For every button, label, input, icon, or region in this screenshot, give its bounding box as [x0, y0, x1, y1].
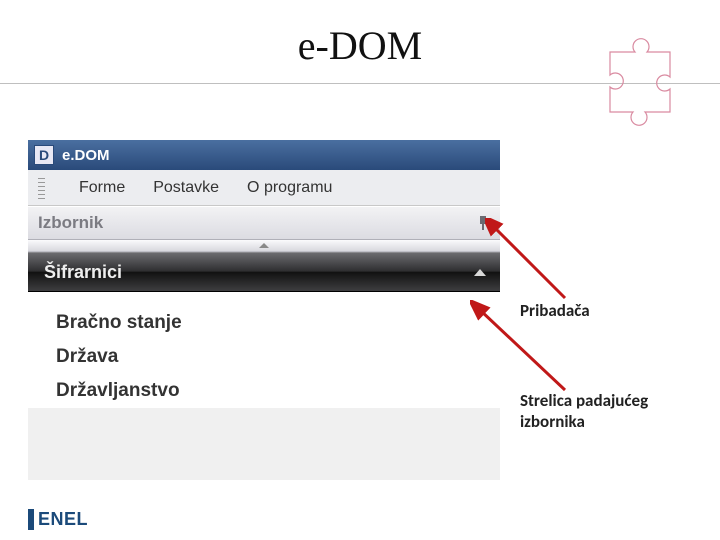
callout-pin: Pribadača: [520, 300, 590, 321]
nav-item-bracno-stanje[interactable]: Bračno stanje: [56, 306, 500, 340]
menubar: Forme Postavke O programu: [28, 170, 500, 206]
category-header[interactable]: Šifrarnici: [28, 252, 500, 292]
nav-item-drzavljanstvo[interactable]: Državljanstvo: [56, 374, 500, 408]
titlebar: D e.DOM: [28, 140, 500, 170]
pin-icon[interactable]: [476, 216, 490, 230]
chevron-up-icon: [259, 243, 269, 248]
collapse-strip[interactable]: [28, 240, 500, 252]
callout-dropdown: Strelica padajućeg izbornika: [520, 390, 700, 432]
toolbar-grip-icon: [38, 177, 45, 199]
menu-o-programu[interactable]: O programu: [247, 179, 332, 197]
panel-title: Izbornik: [38, 213, 103, 233]
footer-logo: ENEL: [28, 509, 88, 530]
divider: [0, 83, 720, 84]
nav-item-drzava[interactable]: Država: [56, 340, 500, 374]
app-icon: D: [34, 145, 54, 165]
slide-title: e-DOM: [0, 0, 720, 83]
menu-forme[interactable]: Forme: [79, 179, 125, 197]
app-title: e.DOM: [62, 147, 110, 164]
category-title: Šifrarnici: [44, 262, 122, 283]
menu-postavke[interactable]: Postavke: [153, 179, 219, 197]
nav-body: Bračno stanje Država Državljanstvo: [28, 292, 500, 408]
app-window: D e.DOM Forme Postavke O programu Izborn…: [28, 140, 500, 480]
panel-header: Izbornik: [28, 206, 500, 240]
chevron-up-icon: [474, 269, 486, 276]
